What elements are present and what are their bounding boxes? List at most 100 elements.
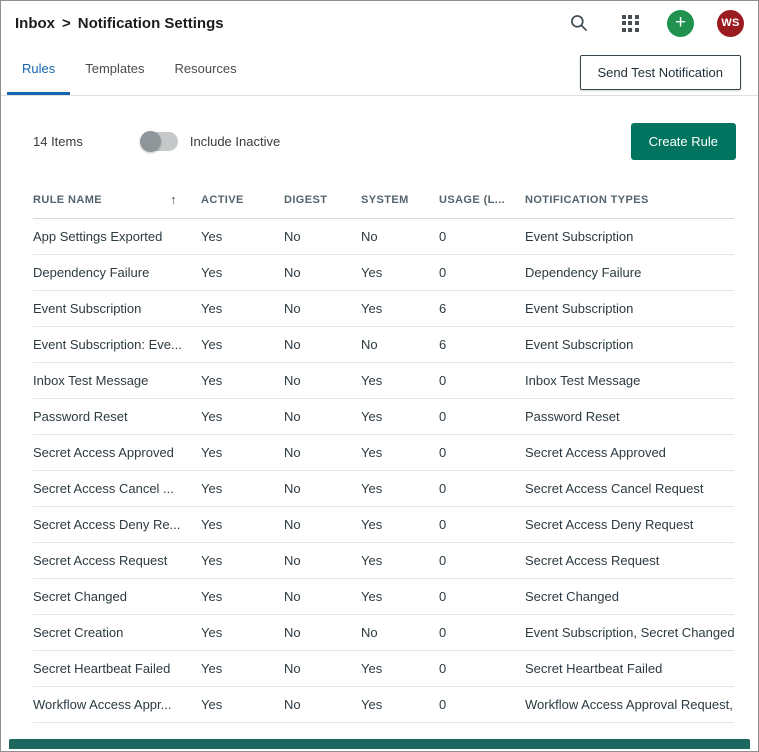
table-cell: Yes: [201, 445, 284, 460]
table-cell: 0: [439, 229, 525, 244]
table-row[interactable]: Secret CreationYesNoNo0Event Subscriptio…: [33, 615, 734, 651]
table-cell: No: [284, 337, 361, 352]
include-inactive-toggle[interactable]: [140, 132, 178, 151]
rule-name-cell[interactable]: Password Reset: [33, 409, 201, 424]
table-row[interactable]: Secret Access ApprovedYesNoYes0Secret Ac…: [33, 435, 734, 471]
table-cell: Yes: [201, 337, 284, 352]
table-cell: 6: [439, 301, 525, 316]
rule-name-cell[interactable]: Secret Changed: [33, 589, 201, 604]
rule-name-cell[interactable]: Workflow Access Appr...: [33, 697, 201, 712]
rule-name-cell[interactable]: Secret Access Approved: [33, 445, 201, 460]
items-count: 14 Items: [33, 134, 83, 149]
table-cell: Inbox Test Message: [525, 373, 734, 388]
column-header[interactable]: RULE NAME↑: [33, 192, 201, 207]
table-row[interactable]: Secret Access Deny Re...YesNoYes0Secret …: [33, 507, 734, 543]
rule-name-cell[interactable]: Secret Access Cancel ...: [33, 481, 201, 496]
table-row[interactable]: Secret ChangedYesNoYes0Secret Changed: [33, 579, 734, 615]
table-cell: 6: [439, 337, 525, 352]
table-row[interactable]: Event SubscriptionYesNoYes6Event Subscri…: [33, 291, 734, 327]
add-button[interactable]: +: [667, 10, 694, 37]
table-cell: 0: [439, 517, 525, 532]
table-row[interactable]: App Settings ExportedYesNoNo0Event Subsc…: [33, 219, 734, 255]
table-cell: No: [361, 625, 439, 640]
sort-asc-icon: ↑: [170, 192, 177, 207]
table-cell: No: [284, 265, 361, 280]
table-cell: Secret Access Request: [525, 553, 734, 568]
rule-name-cell[interactable]: Secret Access Deny Re...: [33, 517, 201, 532]
column-header[interactable]: NOTIFICATION TYPES: [525, 194, 734, 206]
toggle-thumb: [140, 131, 161, 152]
rule-name-cell[interactable]: Event Subscription: [33, 301, 201, 316]
table-header-row: RULE NAME↑ACTIVEDIGESTSYSTEMUSAGE (L...N…: [33, 181, 734, 219]
table-cell: Event Subscription: [525, 301, 734, 316]
table-row[interactable]: Dependency FailureYesNoYes0Dependency Fa…: [33, 255, 734, 291]
table-row[interactable]: Secret Access Cancel ...YesNoYes0Secret …: [33, 471, 734, 507]
table-cell: Yes: [201, 301, 284, 316]
table-cell: Event Subscription: [525, 229, 734, 244]
table-row[interactable]: Event Subscription: Eve...YesNoNo6Event …: [33, 327, 734, 363]
rule-name-cell[interactable]: Secret Heartbeat Failed: [33, 661, 201, 676]
include-inactive-label: Include Inactive: [190, 134, 280, 149]
column-header[interactable]: USAGE (L...: [439, 194, 525, 206]
send-test-notification-button[interactable]: Send Test Notification: [580, 55, 742, 90]
table-cell: Yes: [361, 661, 439, 676]
table-cell: 0: [439, 589, 525, 604]
column-header[interactable]: SYSTEM: [361, 194, 439, 206]
table-cell: No: [284, 481, 361, 496]
search-icon[interactable]: [565, 9, 593, 37]
table-cell: No: [284, 589, 361, 604]
table-row[interactable]: Workflow Access Appr...YesNoYes0Workflow…: [33, 687, 734, 723]
footer-bar: [9, 739, 750, 749]
table-cell: 0: [439, 697, 525, 712]
tab-bar: RulesTemplatesResources Send Test Notific…: [1, 45, 758, 96]
apps-grid-icon[interactable]: [616, 9, 644, 37]
table-cell: No: [284, 301, 361, 316]
table-row[interactable]: Secret Heartbeat FailedYesNoYes0Secret H…: [33, 651, 734, 687]
table-cell: Yes: [361, 697, 439, 712]
table-cell: Yes: [201, 265, 284, 280]
table-cell: Yes: [201, 661, 284, 676]
rule-name-cell[interactable]: Dependency Failure: [33, 265, 201, 280]
table-cell: Yes: [201, 373, 284, 388]
rule-name-cell[interactable]: Secret Creation: [33, 625, 201, 640]
tab-rules[interactable]: Rules: [7, 45, 70, 95]
column-header[interactable]: DIGEST: [284, 194, 361, 206]
breadcrumb: Inbox > Notification Settings: [15, 15, 224, 32]
table-cell: Yes: [361, 589, 439, 604]
table-cell: 0: [439, 625, 525, 640]
breadcrumb-root[interactable]: Inbox: [15, 15, 55, 32]
avatar[interactable]: WS: [717, 10, 744, 37]
rule-name-cell[interactable]: Secret Access Request: [33, 553, 201, 568]
header-icons: + WS: [565, 9, 744, 37]
table-cell: No: [361, 229, 439, 244]
table-cell: Yes: [201, 589, 284, 604]
column-header[interactable]: ACTIVE: [201, 194, 284, 206]
create-rule-button[interactable]: Create Rule: [631, 123, 736, 160]
table-cell: No: [284, 373, 361, 388]
table-row[interactable]: Password ResetYesNoYes0Password Reset: [33, 399, 734, 435]
table-cell: 0: [439, 553, 525, 568]
table-cell: Secret Access Cancel Request: [525, 481, 734, 496]
rule-name-cell[interactable]: Event Subscription: Eve...: [33, 337, 201, 352]
table-cell: No: [284, 229, 361, 244]
rule-name-cell[interactable]: App Settings Exported: [33, 229, 201, 244]
rule-name-cell[interactable]: Inbox Test Message: [33, 373, 201, 388]
table-row[interactable]: Secret Access RequestYesNoYes0Secret Acc…: [33, 543, 734, 579]
tab-resources[interactable]: Resources: [160, 45, 252, 95]
table-cell: Yes: [361, 517, 439, 532]
app-header: Inbox > Notification Settings + WS: [1, 1, 758, 45]
table-row[interactable]: Inbox Test MessageYesNoYes0Inbox Test Me…: [33, 363, 734, 399]
table-cell: 0: [439, 481, 525, 496]
table-cell: Yes: [201, 625, 284, 640]
table-cell: Yes: [201, 229, 284, 244]
table-cell: Yes: [201, 553, 284, 568]
rules-table: RULE NAME↑ACTIVEDIGESTSYSTEMUSAGE (L...N…: [33, 181, 734, 723]
table-cell: Yes: [201, 409, 284, 424]
breadcrumb-separator-icon: >: [62, 15, 71, 32]
app-window: Inbox > Notification Settings + WS: [0, 0, 759, 752]
table-cell: Secret Access Deny Request: [525, 517, 734, 532]
table-cell: Yes: [201, 481, 284, 496]
table-cell: Secret Changed: [525, 589, 734, 604]
tab-templates[interactable]: Templates: [70, 45, 159, 95]
table-cell: Secret Access Approved: [525, 445, 734, 460]
